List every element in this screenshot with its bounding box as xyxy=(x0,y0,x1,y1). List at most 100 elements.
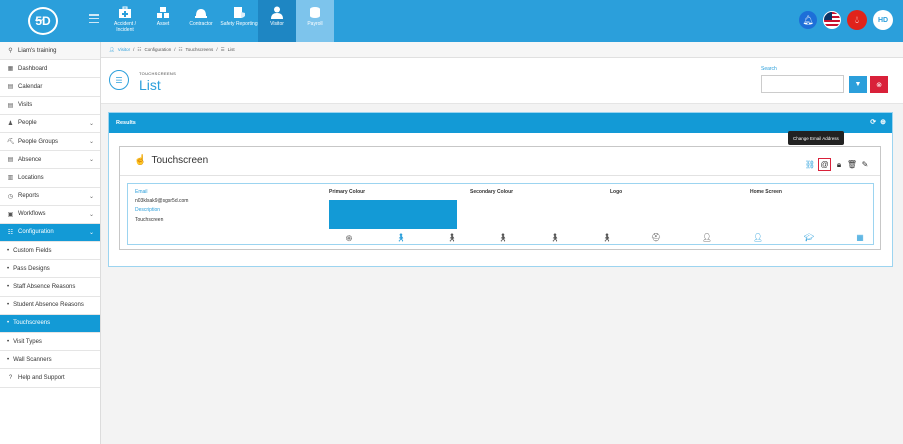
sidebar-item-label: Locations xyxy=(18,174,44,181)
results-header: Results ⟳ ⊕ xyxy=(109,113,892,133)
calendar-icon: ▤ xyxy=(7,157,14,164)
module-safety-reporting[interactable]: Safety Reporting xyxy=(220,0,258,42)
module-contractor[interactable]: Contractor xyxy=(182,0,220,42)
logo-label: Logo xyxy=(610,189,623,195)
breadcrumb-visitor[interactable]: Visitor xyxy=(118,47,130,52)
walking-person-icon: 🚶︎ xyxy=(395,233,407,242)
lock-icon[interactable]: 🔒︎ xyxy=(834,160,844,170)
pin-icon: ⚲ xyxy=(8,48,13,55)
network-icon[interactable]: ⛓ xyxy=(805,160,815,170)
sidebar-item-pass-designs[interactable]: • Pass Designs xyxy=(0,260,100,279)
sidebar-item-label: Touchscreens xyxy=(13,320,51,327)
clipboard-shield-icon xyxy=(234,7,245,18)
sidebar-item-label: Dashboard xyxy=(18,65,48,72)
module-label: Payroll xyxy=(307,21,323,27)
blood-drop-icon[interactable]: 💧︎ xyxy=(847,10,867,30)
dashboard-icon: ▦ xyxy=(7,66,14,73)
touch-hand-icon: ☝ xyxy=(134,155,147,166)
sidebar-item-staff-absence-reasons[interactable]: • Staff Absence Reasons xyxy=(0,278,100,297)
breadcrumb: 👤︎ Visitor / ☷ Configuration / ☷ Touchsc… xyxy=(101,42,903,58)
module-accident-incident[interactable]: Accident / Incident xyxy=(106,0,144,42)
menu-toggle-icon[interactable] xyxy=(89,14,99,23)
app-logo[interactable]: Anvl 5D xyxy=(28,7,58,35)
module-label: Asset xyxy=(156,21,170,27)
card-actions: ⛓ @ 🔒︎ 🗑︎ ✎ xyxy=(805,158,870,171)
sidebar-item-label: Custom Fields xyxy=(13,247,52,254)
walking-person-icon: 🚶︎ xyxy=(446,233,458,242)
config-icon: ☷ xyxy=(178,46,183,52)
search-input[interactable] xyxy=(761,75,844,93)
breadcrumb-touchscreens[interactable]: Touchscreens xyxy=(186,47,214,52)
language-flag-icon[interactable] xyxy=(823,11,841,29)
chevron-down-icon: ⌄ xyxy=(88,139,94,146)
module-asset[interactable]: Asset xyxy=(144,0,182,42)
breadcrumb-configuration[interactable]: Configuration xyxy=(144,47,171,52)
add-icon[interactable]: ⊕ xyxy=(880,118,886,126)
sidebar-item-dashboard[interactable]: ▦ Dashboard xyxy=(0,60,100,79)
home-screen-label: Home Screen xyxy=(750,189,782,195)
sidebar-item-configuration[interactable]: ☷ Configuration ⌄ xyxy=(0,223,100,243)
module-label: Contractor xyxy=(189,21,213,27)
sidebar-item-label: Configuration xyxy=(18,229,54,236)
sidebar-item-label: Wall Scanners xyxy=(13,356,52,363)
sidebar-item-label: Reports xyxy=(18,193,40,200)
sidebar-item-label: Visit Types xyxy=(13,338,42,345)
sidebar-item-reports[interactable]: ◷ Reports ⌄ xyxy=(0,188,100,206)
list-icon: ☰ xyxy=(220,46,225,52)
sidebar-item-absence[interactable]: ▤ Absence ⌄ xyxy=(0,151,100,170)
page-header: ☰ TOUCHSCREENS List Search ▼ ⊗ xyxy=(101,58,903,104)
sidebar-item-touchscreens[interactable]: • Touchscreens xyxy=(0,314,100,333)
list-icon: ☰ xyxy=(109,70,129,90)
sidebar-item-workflows[interactable]: ▣ Workflows ⌄ xyxy=(0,206,100,224)
home-screen-icons: ֍ 🚶︎ 🚶︎ 🚶︎ 🚶︎ 🚶︎ ⛑ 👤︎ 👤︎ 🎓︎ ▦ xyxy=(128,233,875,245)
primary-colour-swatch xyxy=(329,200,457,229)
sidebar-item-label: Staff Absence Reasons xyxy=(13,284,76,291)
sidebar-item-student-absence-reasons[interactable]: • Student Absence Reasons xyxy=(0,297,100,315)
sidebar-item-label: Absence xyxy=(18,156,42,163)
chevron-down-icon: ⌄ xyxy=(88,157,94,164)
clear-filter-button[interactable]: ⊗ xyxy=(870,76,888,93)
sidebar-item-help[interactable]: ? Help and Support xyxy=(0,369,100,388)
walking-person-icon: 🚶︎ xyxy=(601,233,613,242)
bell-icon[interactable]: 🔔︎ xyxy=(799,11,817,29)
chevron-down-icon: ⌄ xyxy=(88,229,94,236)
coins-icon xyxy=(310,7,320,18)
page-subtitle: TOUCHSCREENS xyxy=(139,71,177,76)
clock-icon: ◷ xyxy=(7,193,14,200)
primary-colour-label: Primary Colour xyxy=(329,189,366,195)
change-email-at-icon[interactable]: @ xyxy=(818,158,831,171)
sidebar-item-people[interactable]: ♟ People ⌄ xyxy=(0,115,100,133)
sidebar-item-people-groups[interactable]: ⛏ People Groups ⌄ xyxy=(0,133,100,152)
hardhat-icon xyxy=(195,9,207,18)
sidebar-item-label: People xyxy=(18,120,37,127)
module-payroll[interactable]: Payroll xyxy=(296,0,334,42)
avatar[interactable]: HD xyxy=(873,10,893,30)
module-visitor[interactable]: Visitor xyxy=(258,0,296,42)
module-nav: Accident / Incident Asset Contractor Saf… xyxy=(106,0,334,42)
boxes-icon xyxy=(157,7,169,18)
sidebar-item-visit-types[interactable]: • Visit Types xyxy=(0,333,100,352)
walking-person-icon: 🚶︎ xyxy=(497,233,509,242)
sidebar-item-site[interactable]: ⚲ Liam's training xyxy=(0,42,100,61)
touchscreen-card: ☝ Touchscreen ⛓ @ 🔒︎ 🗑︎ ✎ Email n03klsak… xyxy=(119,146,881,250)
sidebar-item-visits[interactable]: ▤ Visits xyxy=(0,97,100,115)
sidebar-item-locations[interactable]: ▥ Locations xyxy=(0,169,100,188)
description-value: Touchscreen xyxy=(135,217,164,223)
description-label: Description xyxy=(135,207,161,213)
refresh-icon[interactable]: ⟳ xyxy=(870,118,876,126)
sidebar-item-custom-fields[interactable]: • Custom Fields xyxy=(0,242,100,261)
person-clock-icon: 👤︎ xyxy=(701,233,713,242)
help-icon: ? xyxy=(8,374,13,381)
card-title: ☝ Touchscreen xyxy=(134,155,208,166)
first-aid-icon xyxy=(119,6,131,18)
filter-button[interactable]: ▼ xyxy=(849,76,867,93)
touchscreen-details: Email n03klsak9@sgsr5d.com Description T… xyxy=(127,183,874,245)
top-bar: Anvl 5D Accident / Incident Asset Contrac… xyxy=(0,0,903,42)
sidebar-item-calendar[interactable]: ▤ Calendar xyxy=(0,78,100,97)
trash-icon[interactable]: 🗑︎ xyxy=(847,160,857,170)
pencil-icon[interactable]: ✎ xyxy=(860,160,870,170)
email-value: n03klsak9@sgsr5d.com xyxy=(135,198,189,204)
sidebar-item-label: People Groups xyxy=(18,138,59,145)
calendar-icon: ▤ xyxy=(7,102,14,109)
sidebar-item-wall-scanners[interactable]: • Wall Scanners xyxy=(0,351,100,370)
